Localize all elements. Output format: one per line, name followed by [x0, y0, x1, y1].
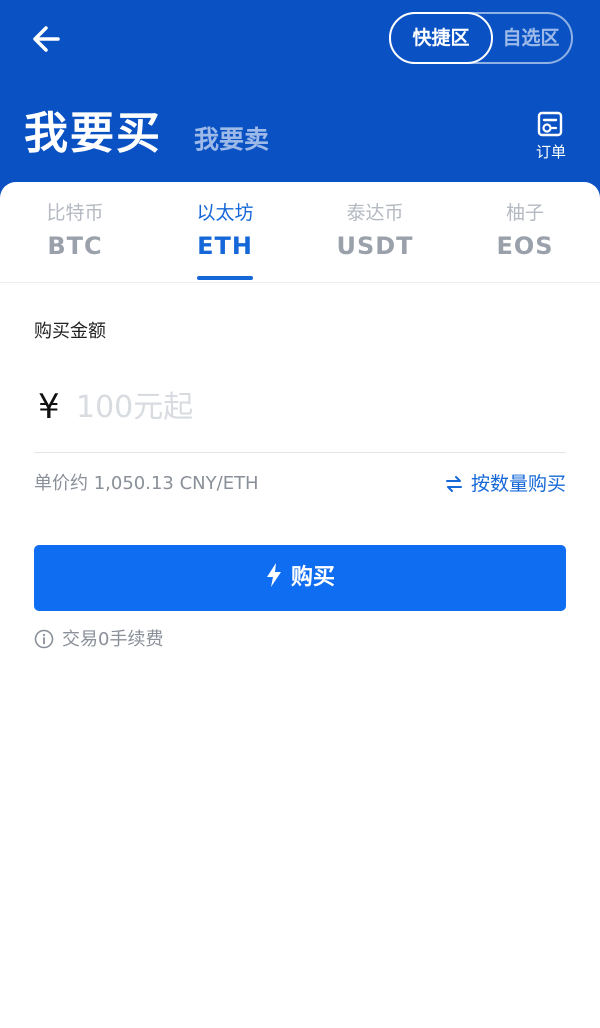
back-button[interactable]	[28, 22, 68, 56]
buy-by-quantity-link[interactable]: 按数量购买	[445, 470, 566, 498]
mode-toggle: 快捷区 自选区	[389, 12, 573, 64]
sell-tab[interactable]: 我要卖	[194, 122, 269, 158]
fee-note-text: 交易0手续费	[62, 629, 164, 650]
tab-eos[interactable]: 柚子 EOS	[450, 198, 600, 282]
tab-eos-name: 柚子	[505, 202, 544, 224]
tab-usdt[interactable]: 泰达币 USDT	[300, 198, 450, 282]
tab-btc-code: BTC	[47, 232, 103, 260]
coin-tabs: 比特币 BTC 以太坊 ETH 泰达币 USDT 柚子 EOS	[0, 182, 600, 283]
lightning-icon	[266, 563, 281, 587]
orders-button[interactable]: 订单	[528, 110, 574, 168]
tab-eth-name: 以太坊	[196, 202, 254, 224]
input-underline	[34, 452, 566, 453]
unit-price: 单价约 1,050.13 CNY/ETH	[34, 473, 259, 494]
quick-zone-tab[interactable]: 快捷区	[389, 12, 493, 64]
custom-zone-tab[interactable]: 自选区	[487, 12, 575, 64]
tab-eth-code: ETH	[197, 232, 253, 260]
tab-usdt-name: 泰达币	[346, 202, 404, 224]
back-arrow-icon	[33, 26, 60, 52]
amount-label: 购买金额	[34, 321, 106, 342]
orders-label: 订单	[535, 143, 566, 161]
tab-eth[interactable]: 以太坊 ETH	[150, 198, 300, 282]
page-title: 我要买	[24, 108, 162, 159]
buy-by-quantity-label: 按数量购买	[470, 473, 566, 495]
fee-note: 交易0手续费	[34, 626, 163, 654]
buy-button-label: 购买	[290, 565, 335, 590]
amount-input[interactable]	[76, 380, 556, 434]
buy-button[interactable]: 购买	[34, 545, 566, 611]
tab-usdt-code: USDT	[336, 232, 414, 260]
header: 快捷区 自选区 我要买 我要卖 订单	[0, 0, 600, 200]
tab-btc[interactable]: 比特币 BTC	[0, 198, 150, 282]
tab-eos-code: EOS	[496, 232, 554, 260]
info-icon	[34, 629, 54, 649]
main-card: 比特币 BTC 以太坊 ETH 泰达币 USDT 柚子 EOS 购买金额 ¥ 单…	[0, 182, 600, 1028]
active-tab-indicator	[197, 276, 253, 280]
tab-btc-name: 比特币	[46, 202, 104, 224]
currency-symbol: ¥	[38, 387, 60, 427]
swap-icon	[445, 476, 462, 492]
orders-icon	[537, 111, 563, 137]
